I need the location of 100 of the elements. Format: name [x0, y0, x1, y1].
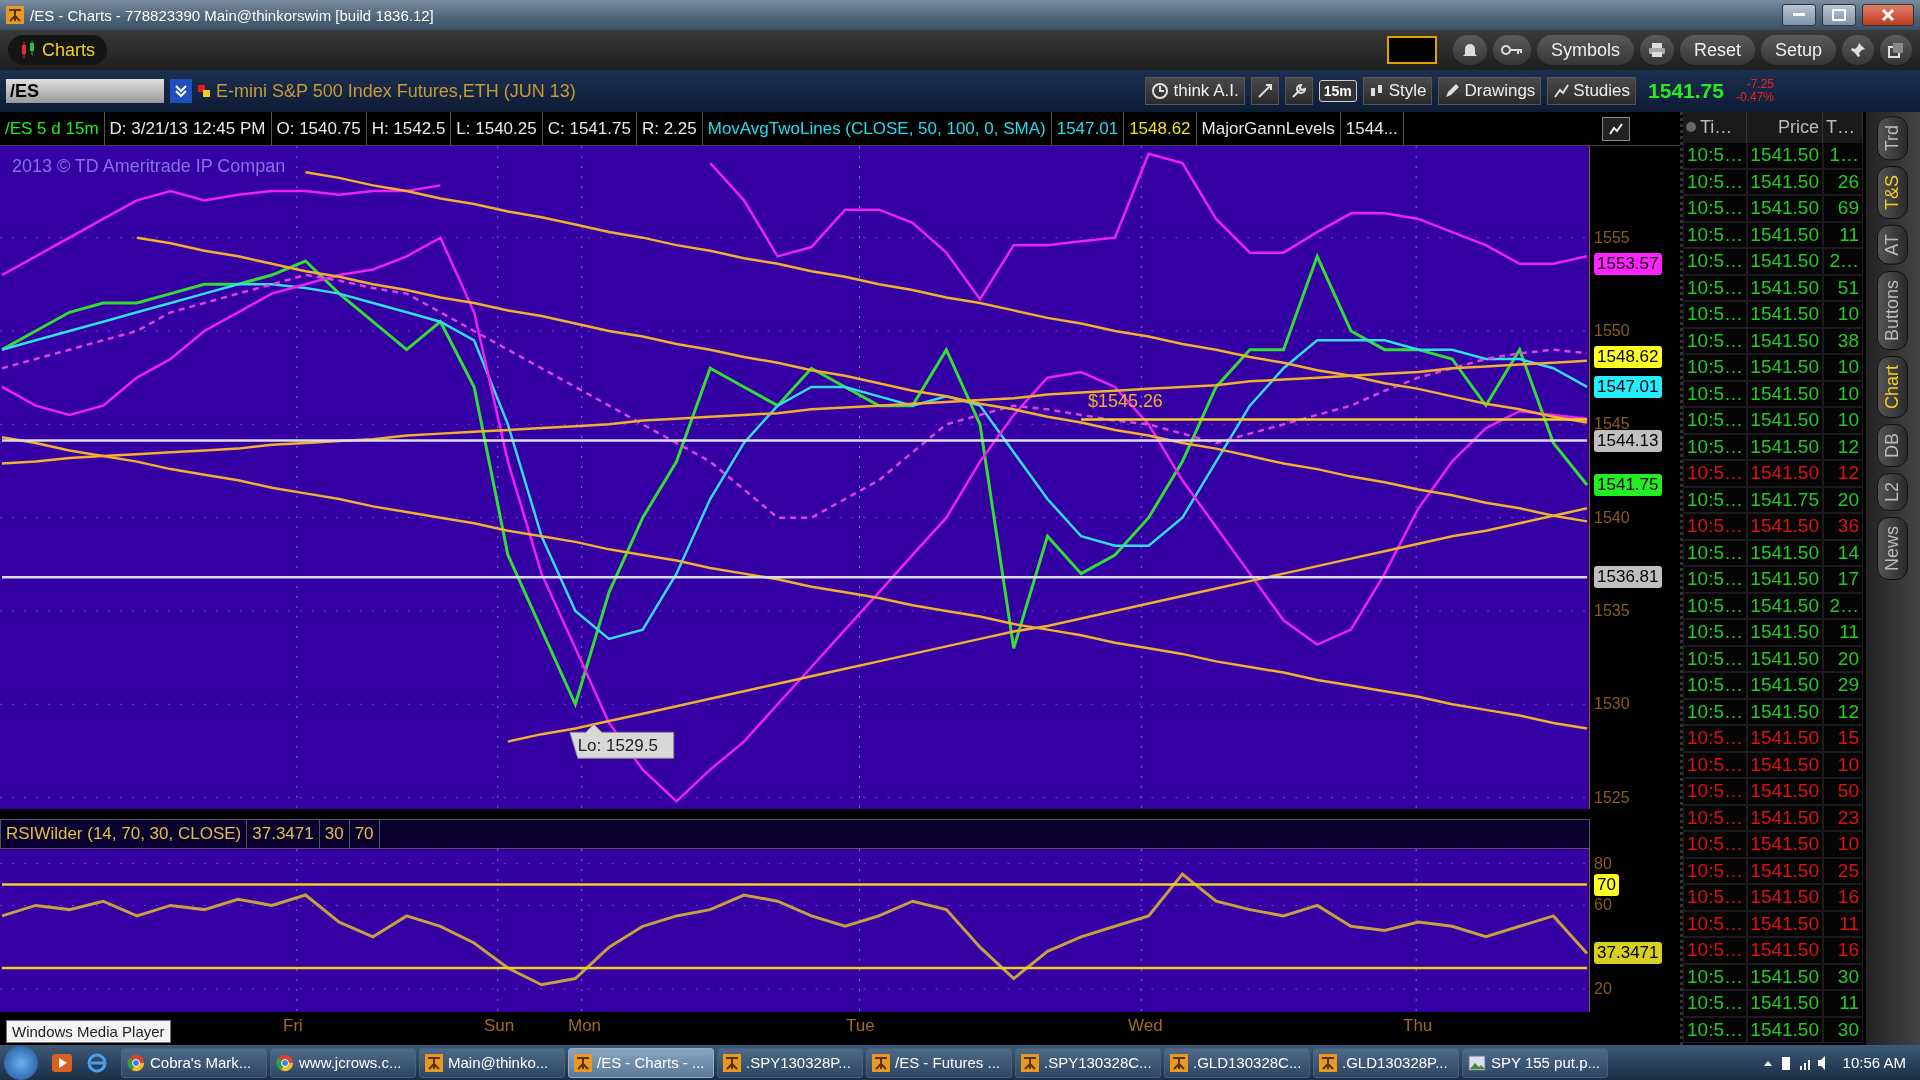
trade-price: 1541.50	[1747, 248, 1823, 275]
study-value: RSIWilder (14, 70, 30, CLOSE)	[1, 820, 248, 848]
trade-price: 1541.50	[1747, 857, 1823, 884]
low-price-callout: Lo: 1529.5	[569, 723, 675, 759]
trade-time: 10:5…	[1683, 168, 1747, 195]
copyright-text: 2013 © TD Ameritrade IP Compan	[12, 156, 286, 177]
study-value: 1548.62	[1124, 112, 1197, 145]
study-value: D: 3/21/13 12:45 PM	[104, 112, 272, 145]
trade-price: 1541.50	[1747, 804, 1823, 831]
axis-label: Tue	[846, 1016, 875, 1036]
trade-size: 1…	[1823, 142, 1863, 169]
trade-price: 1541.50	[1747, 566, 1823, 593]
trade-price: 1541.50	[1747, 778, 1823, 805]
trade-size: 20	[1823, 645, 1863, 672]
trade-price: 1541.50	[1747, 1016, 1823, 1043]
trade-time: 10:5…	[1683, 884, 1747, 911]
trade-size: 69	[1823, 195, 1863, 222]
study-value: MovAvgTwoLines (CLOSE, 50, 100, 0, SMA)	[702, 112, 1052, 145]
trade-size: 12	[1823, 433, 1863, 460]
last-price: 1541.75	[1648, 79, 1724, 103]
trade-time: 10:5…	[1683, 645, 1747, 672]
window-title: /ES - Charts - 778823390 Main@thinkorswim [build 1836.12]	[30, 6, 435, 24]
trade-time: 10:5…	[1683, 142, 1747, 169]
trade-size: 10	[1823, 380, 1863, 407]
trade-time: 10:5…	[1683, 380, 1747, 407]
trade-time: 10:5…	[1683, 539, 1747, 566]
trade-price: 1541.50	[1747, 592, 1823, 619]
tooltip: Windows Media Player	[6, 1020, 171, 1043]
trade-size: 30	[1823, 1016, 1863, 1043]
trade-time: 10:5…	[1683, 195, 1747, 222]
study-value: C: 1541.75	[542, 112, 637, 145]
trade-price: 1541.50	[1747, 963, 1823, 990]
trade-time: 10:5…	[1683, 354, 1747, 381]
study-value: 70	[349, 820, 380, 848]
trade-time: 10:5…	[1683, 566, 1747, 593]
trade-size: 50	[1823, 778, 1863, 805]
trade-size: 17	[1823, 566, 1863, 593]
trade-time: 10:5…	[1683, 831, 1747, 858]
trade-time: 10:5…	[1683, 274, 1747, 301]
trade-price: 1541.50	[1747, 327, 1823, 354]
symbol-description: E-mini S&P 500 Index Futures,ETH (JUN 13)	[216, 80, 576, 102]
trade-price: 1541.50	[1747, 937, 1823, 964]
trade-price: 1541.50	[1747, 274, 1823, 301]
clock: 10:56 AM	[1842, 1054, 1906, 1071]
trade-time: 10:5…	[1683, 672, 1747, 699]
price-tag: 1544.13	[1594, 429, 1662, 452]
trade-price: 1541.50	[1747, 354, 1823, 381]
trade-size: 36	[1823, 513, 1863, 540]
trade-price: 1541.50	[1747, 619, 1823, 646]
trade-size: 51	[1823, 274, 1863, 301]
trade-size: 12	[1823, 460, 1863, 487]
study-value: R: 2.25	[636, 112, 703, 145]
axis-label: Mon	[568, 1016, 602, 1036]
trade-time: 10:5…	[1683, 963, 1747, 990]
trade-price: 1541.50	[1747, 195, 1823, 222]
trade-size: 38	[1823, 327, 1863, 354]
trade-time: 10:5…	[1683, 301, 1747, 328]
trade-size: 14	[1823, 539, 1863, 566]
trade-price: 1541.50	[1747, 645, 1823, 672]
trade-size: 11	[1823, 990, 1863, 1017]
trade-time: 10:5…	[1683, 857, 1747, 884]
study-value: O: 1540.75	[271, 112, 367, 145]
trade-size: 16	[1823, 884, 1863, 911]
trade-size: 10	[1823, 751, 1863, 778]
trade-price: 1541.50	[1747, 672, 1823, 699]
trade-size: 25	[1823, 857, 1863, 884]
trade-time: 10:5…	[1683, 751, 1747, 778]
trade-price: 1541.50	[1747, 142, 1823, 169]
trade-price: 1541.50	[1747, 380, 1823, 407]
trade-time: 10:5…	[1683, 248, 1747, 275]
trade-price: 1541.50	[1747, 301, 1823, 328]
net-change: -7.25	[1746, 78, 1774, 91]
trade-time: 10:5…	[1683, 486, 1747, 513]
trade-time: 10:5…	[1683, 698, 1747, 725]
study-value: 37.3471	[247, 820, 320, 848]
trade-time: 10:5…	[1683, 407, 1747, 434]
trade-price: 1541.50	[1747, 831, 1823, 858]
trade-price: 1541.50	[1747, 990, 1823, 1017]
axis-label: Fri	[283, 1016, 303, 1036]
trade-size: 11	[1823, 910, 1863, 937]
axis-label: Wed	[1128, 1016, 1163, 1036]
trade-size: 12	[1823, 698, 1863, 725]
trade-size: 29	[1823, 672, 1863, 699]
price-tag: 1553.57	[1594, 253, 1662, 276]
trade-time: 10:5…	[1683, 725, 1747, 752]
study-value: /ES 5 d 15m	[0, 112, 105, 145]
price-tag: 1547.01	[1594, 375, 1662, 398]
trade-price: 1541.75	[1747, 486, 1823, 513]
trade-price: 1541.50	[1747, 433, 1823, 460]
trade-time: 10:5…	[1683, 990, 1747, 1017]
price-tag: 37.3471	[1594, 941, 1662, 964]
trade-size: 2…	[1823, 248, 1863, 275]
trade-time: 10:5…	[1683, 592, 1747, 619]
axis-label: 20	[1594, 980, 1612, 998]
study-value: H: 1542.5	[366, 112, 452, 145]
trade-price: 1541.50	[1747, 513, 1823, 540]
study-value: L: 1540.25	[451, 112, 543, 145]
trade-price: 1541.50	[1747, 168, 1823, 195]
trade-size: 10	[1823, 407, 1863, 434]
trade-size: 10	[1823, 354, 1863, 381]
